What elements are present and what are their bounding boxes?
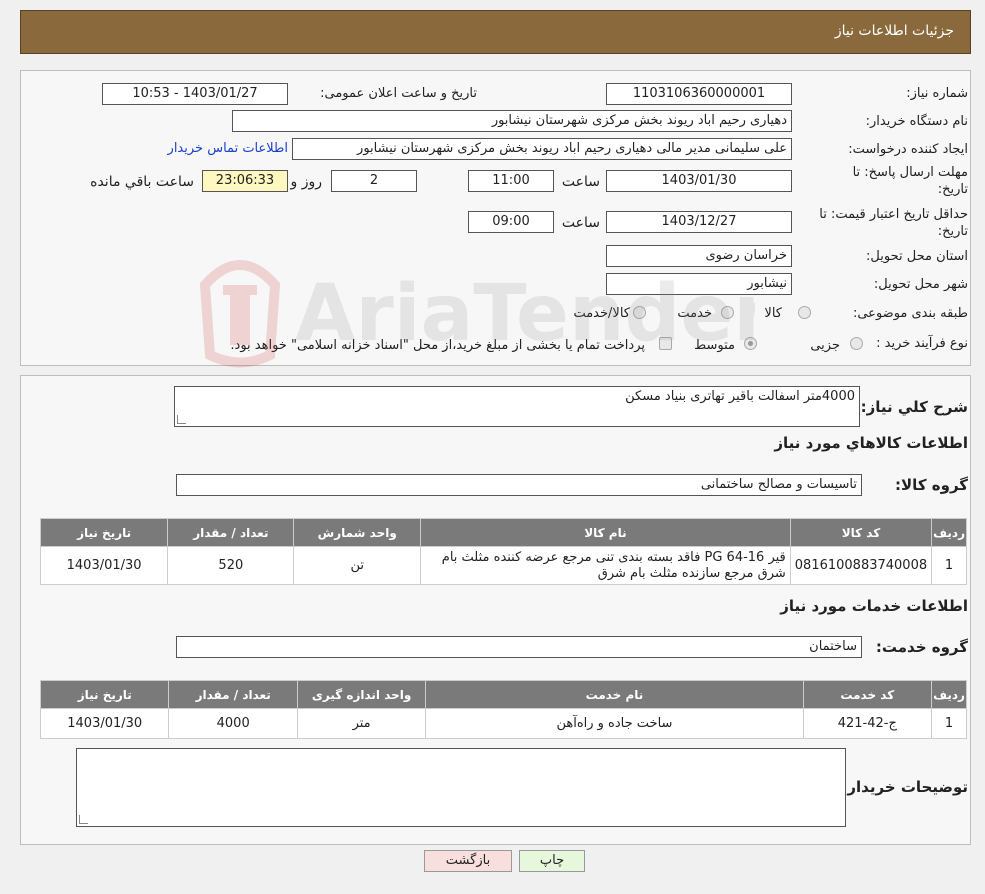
province-label: استان محل تحویل: [866,249,968,264]
back-button[interactable]: بازگشت [424,850,512,872]
goods-row-index: 1 [931,546,967,585]
services-row-unit: متر [296,708,427,739]
category-label: طبقه بندی موضوعی: [852,306,968,321]
payment-note: پرداخت تمام یا بخشی از مبلغ خرید،از محل … [230,338,645,353]
deadline-time-label: ساعت [561,174,600,190]
announce-label: تاریخ و ساعت اعلان عمومی: [320,86,477,101]
validity-time-label: ساعت [561,215,600,231]
goods-col-qty: تعداد / مقدار [167,518,295,547]
summary-textarea: 4000متر اسفالت باقیر تهاتری بنیاد مسکن [174,386,860,427]
goods-section-title: اطلاعات کالاهاي مورد نياز [774,434,968,452]
validity-label: حداقل تاریخ اعتبار قیمت: تا تاریخ: [798,206,968,240]
buyer-org-label: نام دستگاه خریدار: [865,114,968,129]
goods-col-row: ردیف [931,518,967,547]
services-col-unit: واحد اندازه گیری [296,680,427,709]
services-col-row: ردیف [931,680,967,709]
days-label: روز و [290,174,323,190]
validity-date-field: 1403/12/27 [606,211,792,233]
process-medium-radio[interactable] [744,337,757,350]
buyer-org-field: دهیاری رحیم اباد ریوند بخش مرکزی شهرستان… [232,110,792,132]
deadline-date-field: 1403/01/30 [606,170,792,192]
deadline-time-field: 11:00 [468,170,554,192]
buyer-notes-label: توضیحات خریدار: [841,778,968,796]
goods-row-date: 1403/01/30 [39,546,169,585]
services-col-name: نام خدمت [425,680,804,709]
validity-time-field: 09:00 [468,211,554,233]
summary-text: 4000متر اسفالت باقیر تهاتری بنیاد مسکن [625,389,855,404]
services-col-qty: تعداد / مقدار [168,680,298,709]
goods-group-field: تاسیسات و مصالح ساختمانی [176,474,862,496]
remaining-time-field: 23:06:33 [202,170,288,192]
resize-handle-icon[interactable] [79,815,88,824]
table-row: 1 ج-42-421 ساخت جاده و راه‌آهن متر 4000 … [39,708,967,739]
goods-col-name: نام کالا [420,518,791,547]
remaining-label: ساعت باقي مانده [90,174,194,190]
goods-row-qty: 520 [167,546,295,585]
page-header: جزئیات اطلاعات نیاز [20,10,971,54]
service-group-field: ساختمان [176,636,862,658]
deadline-label: مهلت ارسال پاسخ: تا تاریخ: [823,164,968,198]
services-row-name: ساخت جاده و راه‌آهن [425,708,804,739]
summary-label: شرح کلي نياز: [860,398,968,416]
need-number-label: شماره نیاز: [906,86,968,101]
process-treasury-checkbox[interactable] [659,337,672,350]
buyer-notes-textarea[interactable] [76,748,846,827]
buyer-contact-link[interactable]: اطلاعات تماس خریدار [168,141,288,156]
services-row-qty: 4000 [168,708,298,739]
process-minor-label: جزیی [810,338,840,353]
service-group-label: گروه خدمت: [875,638,968,656]
page-title: جزئیات اطلاعات نیاز [834,23,954,39]
category-service-radio[interactable] [721,306,734,319]
resize-handle-icon[interactable] [177,415,186,424]
days-field: 2 [331,170,417,192]
process-label: نوع فرآیند خرید : [876,336,968,351]
city-field: نیشابور [606,273,792,295]
services-col-code: کد خدمت [802,680,933,709]
services-section-title: اطلاعات خدمات مورد نياز [780,597,968,615]
services-row-code: ج-42-421 [802,708,933,739]
category-goods-radio[interactable] [798,306,811,319]
goods-col-code: کد کالا [789,518,933,547]
creator-label: ایجاد کننده درخواست: [848,142,968,157]
category-goods-service-radio[interactable] [633,306,646,319]
process-minor-radio[interactable] [850,337,863,350]
goods-row-code: 0816100883740008 [789,546,933,585]
announce-field: 1403/01/27 - 10:53 [102,83,288,105]
category-service-label: خدمت [677,306,712,321]
creator-field: علی سلیمانی مدیر مالی دهیاری رحیم اباد ر… [292,138,792,160]
services-row-index: 1 [931,708,967,739]
process-medium-label: متوسط [694,338,735,353]
category-goods-label: کالا [764,306,782,321]
goods-row-name: قیر PG 64-16 فاقد بسته بندی تنی مرجع عرض… [420,546,791,585]
goods-col-unit: واحد شمارش [293,518,421,547]
goods-table-header: ردیف کد کالا نام کالا واحد شمارش تعداد /… [39,518,967,547]
services-col-date: تاریخ نیاز [39,680,170,709]
table-row: 1 0816100883740008 قیر PG 64-16 فاقد بست… [39,546,967,585]
services-table-header: ردیف کد خدمت نام خدمت واحد اندازه گیری ت… [39,680,967,709]
services-row-date: 1403/01/30 [39,708,170,739]
need-number-field: 1103106360000001 [606,83,792,105]
city-label: شهر محل تحویل: [873,277,968,292]
category-goods-service-label: کالا/خدمت [573,306,630,321]
goods-row-unit: تن [293,546,421,585]
goods-col-date: تاریخ نیاز [39,518,169,547]
province-field: خراسان رضوی [606,245,792,267]
goods-group-label: گروه کالا: [895,476,968,494]
deadline-label-text: مهلت ارسال پاسخ: تا تاریخ: [852,165,968,197]
goods-table: ردیف کد کالا نام کالا واحد شمارش تعداد /… [39,518,967,585]
services-table: ردیف کد خدمت نام خدمت واحد اندازه گیری ت… [39,680,967,739]
print-button[interactable]: چاپ [519,850,585,872]
validity-label-text: حداقل تاریخ اعتبار قیمت: تا تاریخ: [819,207,968,239]
